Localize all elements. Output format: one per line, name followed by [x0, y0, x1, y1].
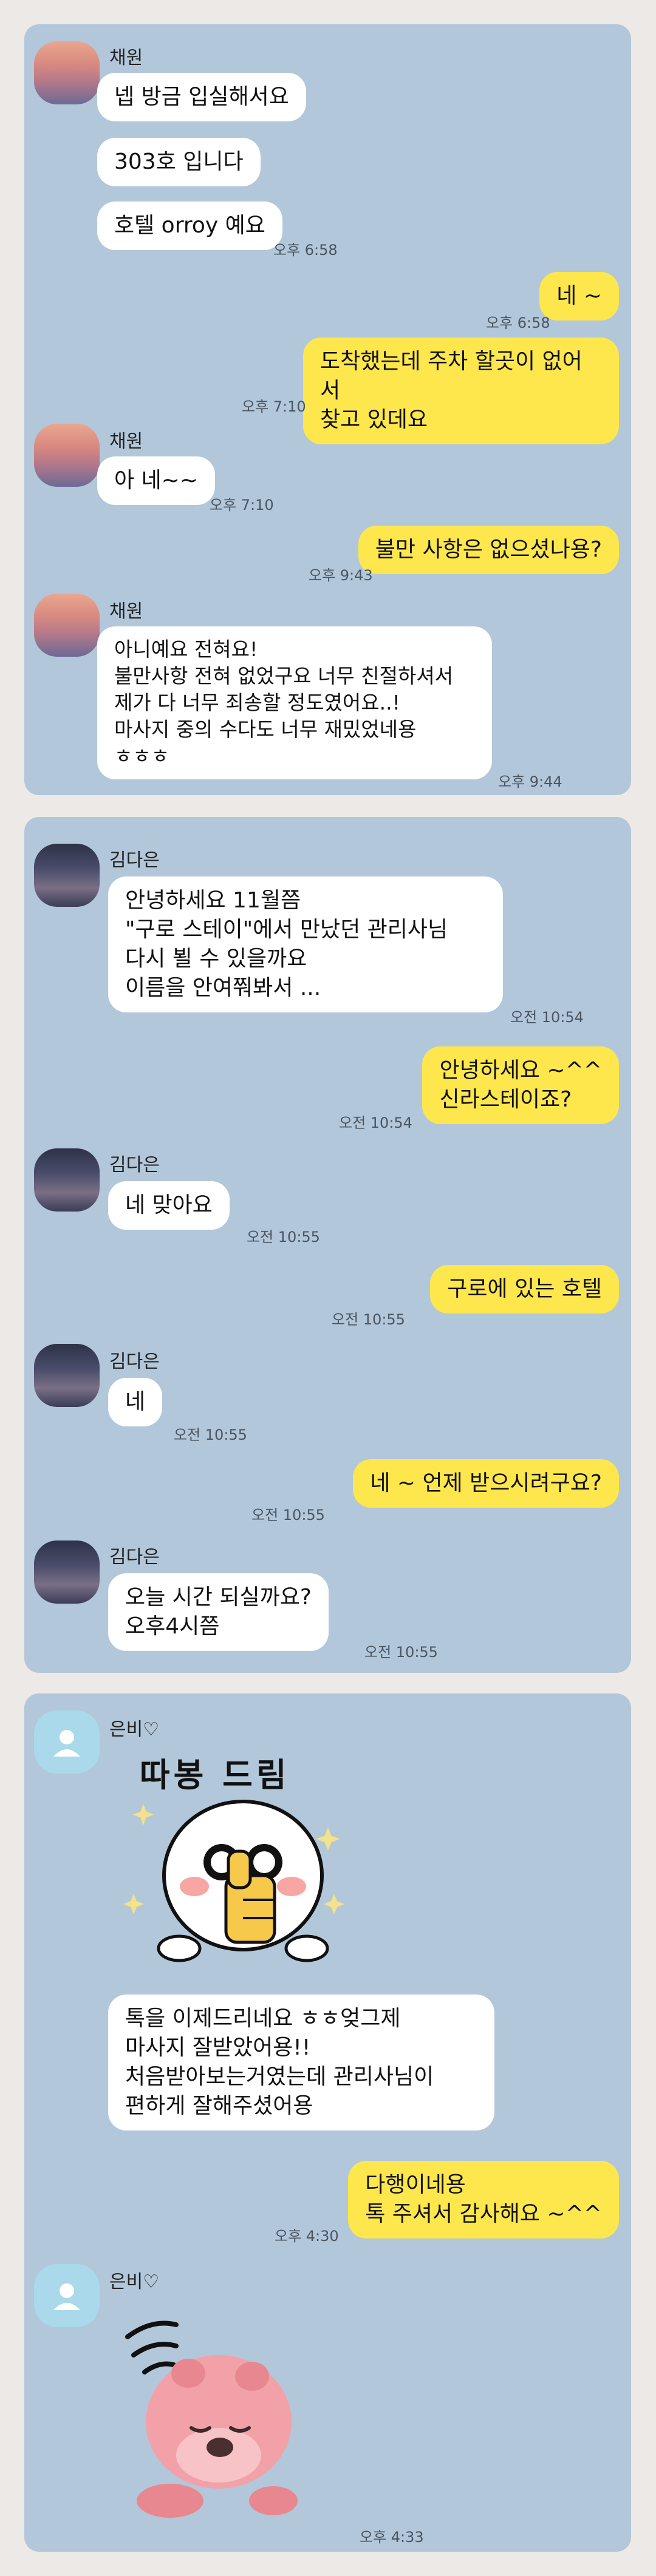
message-bubble-outgoing[interactable]: 네 ~ [539, 272, 619, 320]
message-timestamp: 오전 10:55 [251, 1507, 325, 1524]
avatar[interactable] [34, 1344, 100, 1407]
avatar[interactable] [34, 2264, 100, 2327]
avatar[interactable] [34, 1541, 100, 1604]
message-timestamp: 오전 10:54 [339, 1114, 412, 1131]
message-bubble-outgoing[interactable]: 다행이네용 톡 주셔서 감사해요 ~^^ [348, 2161, 619, 2239]
message-timestamp: 오전 10:54 [510, 1009, 584, 1026]
chat-panel-2: 김다은 안녕하세요 11월쯤 "구로 스테이"에서 만났던 관리사님 다시 뵐 … [24, 817, 631, 1673]
sender-name: 채원 [109, 431, 143, 452]
message-bubble[interactable]: 아 네~~ [97, 456, 216, 505]
message-timestamp: 오전 10:55 [364, 1644, 438, 1661]
sender-name: 채원 [109, 47, 143, 69]
pink-beaver-character-icon [125, 2320, 298, 2518]
sender-name: 은비♡ [109, 1719, 160, 1740]
default-profile-icon [53, 2283, 80, 2310]
avatar[interactable] [34, 594, 100, 657]
sender-name: 김다은 [109, 1154, 160, 1176]
thumbs-up-sticker[interactable]: 따봉 드림 [121, 1748, 389, 1979]
message-timestamp: 오후 7:10 [242, 398, 306, 415]
avatar[interactable] [34, 844, 100, 907]
message-timestamp: 오후 4:33 [360, 2529, 424, 2546]
message-bubble-outgoing[interactable]: 불만 사항은 없으셨나용? [358, 526, 619, 574]
avatar[interactable] [34, 1710, 100, 1774]
message-bubble-outgoing[interactable]: 도착했는데 주차 할곳이 없어서 찾고 있데요 [303, 337, 619, 444]
thumbs-up-character-icon [123, 1800, 344, 1962]
avatar[interactable] [34, 424, 100, 487]
message-timestamp: 오후 9:43 [309, 567, 373, 584]
avatar[interactable] [34, 41, 100, 104]
message-timestamp: 오후 7:10 [210, 497, 274, 514]
chat-panel-3: 은비♡ 따봉 드림 톡을 이제드리네요 ㅎㅎ엊그제 마사지 잘받았어용!! 처음… [24, 1693, 631, 2552]
message-bubble-outgoing[interactable]: 구로에 있는 호텔 [430, 1265, 619, 1313]
message-bubble[interactable]: 안녕하세요 11월쯤 "구로 스테이"에서 만났던 관리사님 다시 뵐 수 있을… [108, 876, 503, 1012]
sticker-caption: 따봉 드림 [140, 1756, 290, 1794]
sender-name: 채원 [109, 601, 143, 622]
message-bubble[interactable]: 네 [108, 1378, 163, 1426]
sender-name: 은비♡ [109, 2271, 160, 2293]
message-timestamp: 오전 10:55 [174, 1426, 247, 1443]
message-timestamp: 오후 4:30 [275, 2228, 339, 2245]
message-bubble[interactable]: 아니예요 전혀요! 불만사항 전혀 없었구요 너무 친절하셔서 제가 다 너무 … [97, 626, 492, 779]
message-bubble-outgoing[interactable]: 안녕하세요 ~^^ 신라스테이죠? [422, 1046, 619, 1124]
pink-beaver-sticker[interactable] [115, 2319, 298, 2519]
message-timestamp: 오전 10:55 [332, 1311, 405, 1328]
sender-name: 김다은 [109, 1547, 160, 1568]
message-bubble[interactable]: 303호 입니다 [97, 138, 261, 186]
message-timestamp: 오후 6:58 [486, 314, 550, 331]
sender-name: 김다은 [109, 1351, 160, 1372]
default-profile-icon [53, 1730, 80, 1757]
message-timestamp: 오후 9:44 [498, 773, 562, 790]
message-bubble[interactable]: 호텔 orroy 예요 [97, 202, 282, 250]
message-timestamp: 오후 6:58 [273, 242, 338, 259]
sender-name: 김다은 [109, 850, 160, 871]
message-timestamp: 오전 10:55 [247, 1229, 320, 1246]
message-bubble[interactable]: 톡을 이제드리네요 ㅎㅎ엊그제 마사지 잘받았어용!! 처음받아보는거였는데 관… [108, 1995, 494, 2130]
message-bubble[interactable]: 넵 방금 입실해서요 [97, 73, 306, 121]
message-bubble-outgoing[interactable]: 네 ~ 언제 받으시려구요? [353, 1459, 619, 1508]
chat-panel-1: 채원 넵 방금 입실해서요 303호 입니다 호텔 orroy 예요 오후 6:… [24, 24, 631, 795]
chat-screenshot-collage: 채원 넵 방금 입실해서요 303호 입니다 호텔 orroy 예요 오후 6:… [0, 0, 656, 2576]
message-bubble[interactable]: 오늘 시간 되실까요? 오후4시쯤 [108, 1573, 329, 1651]
message-bubble[interactable]: 네 맞아요 [108, 1181, 230, 1230]
avatar[interactable] [34, 1148, 100, 1212]
